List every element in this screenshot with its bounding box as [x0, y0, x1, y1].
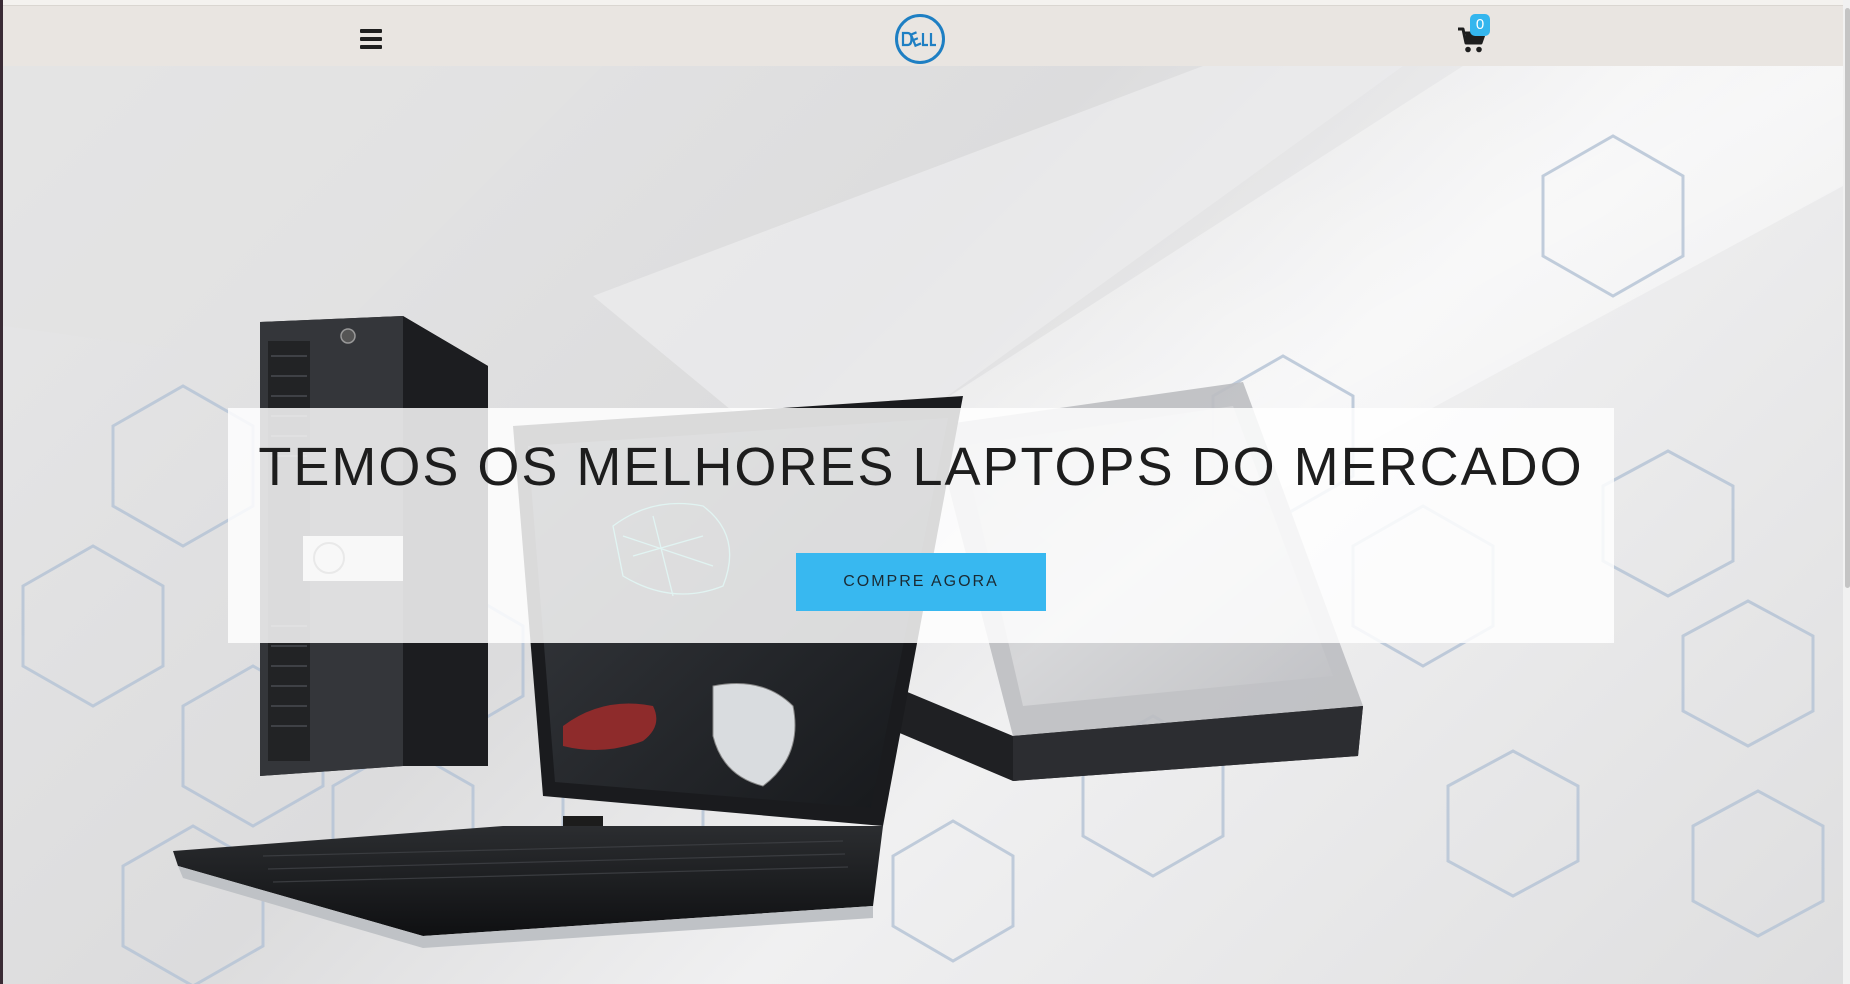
scrollbar-thumb[interactable]	[1845, 8, 1850, 588]
hamburger-menu-icon[interactable]	[360, 29, 384, 51]
navbar	[3, 6, 1843, 66]
shop-now-button[interactable]: COMPRE AGORA	[796, 553, 1046, 611]
dell-logo[interactable]	[894, 13, 946, 65]
hero-title: TEMOS OS MELHORES LAPTOPS DO MERCADO	[258, 437, 1584, 497]
cart-count-badge: 0	[1470, 14, 1490, 36]
promo-box: TEMOS OS MELHORES LAPTOPS DO MERCADO COM…	[228, 408, 1614, 643]
page: 0 TEMOS OS MELHORES LAPTOPS DO MERCADO C…	[0, 0, 1850, 984]
